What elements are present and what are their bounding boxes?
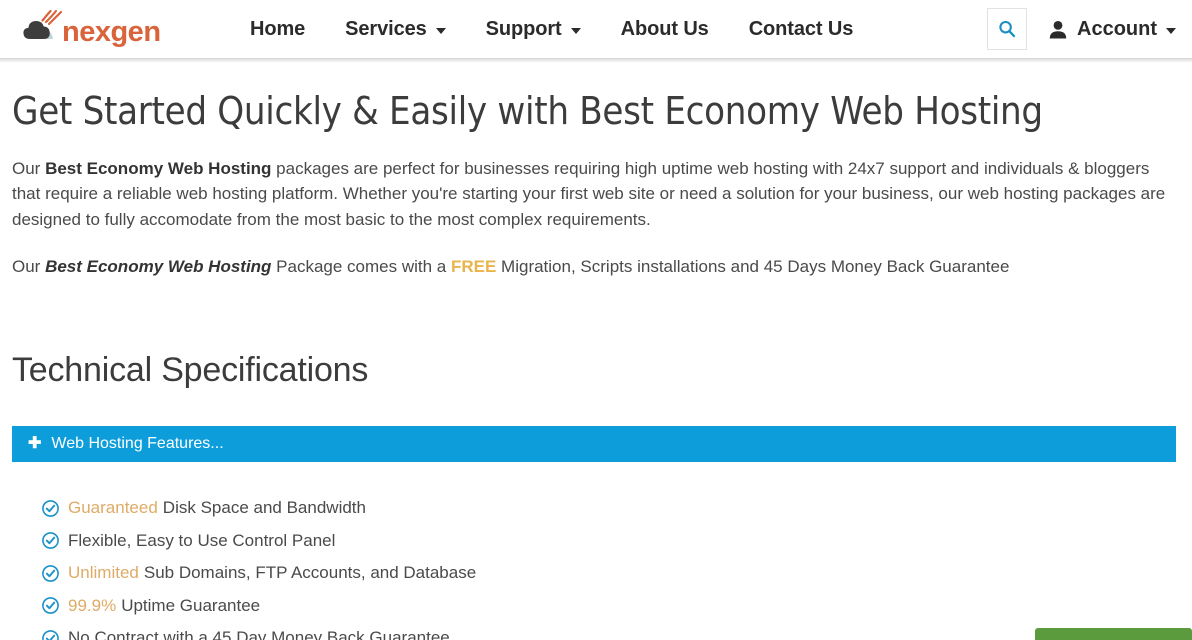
main-navigation: Home Services Support About Us Contact U… <box>230 0 873 58</box>
nav-label: Support <box>485 17 562 40</box>
nav-label: Contact Us <box>748 17 854 40</box>
header-divider <box>0 58 1192 63</box>
search-icon <box>999 20 1016 38</box>
features-list: Guaranteed Disk Space and Bandwidth Flex… <box>42 492 1180 640</box>
search-button[interactable] <box>987 8 1027 50</box>
feature-highlight: Unlimited <box>68 563 139 583</box>
user-icon <box>1049 20 1067 38</box>
list-item: No Contract with a 45 Day Money Back Gua… <box>42 622 1180 640</box>
chevron-down-icon <box>435 28 446 34</box>
offer-text-3: Migration, Scripts installations and 45 … <box>496 257 1010 277</box>
nav-item-contact-us[interactable]: Contact Us <box>729 0 874 58</box>
chevron-down-icon <box>1166 28 1176 34</box>
list-item: Unlimited Sub Domains, FTP Accounts, and… <box>42 557 1180 590</box>
floating-action-button[interactable] <box>1035 628 1192 640</box>
main-content: Get Started Quickly & Easily with Best E… <box>0 89 1192 640</box>
list-item: Guaranteed Disk Space and Bandwidth <box>42 492 1180 525</box>
offer-bold-italic: Best Economy Web Hosting <box>45 257 272 277</box>
list-item: 99.9% Uptime Guarantee <box>42 590 1180 623</box>
feature-highlight: 99.9% <box>68 595 117 615</box>
page-title: Get Started Quickly & Easily with Best E… <box>12 89 1043 133</box>
feature-text: Disk Space and Bandwidth <box>162 498 366 518</box>
feature-text: No Contract with a 45 Day Money Back Gua… <box>68 628 450 640</box>
nav-label: Home <box>250 17 306 40</box>
offer-text-2: Package comes with a <box>271 257 451 277</box>
plus-icon: ✚ <box>28 435 42 453</box>
feature-text: Flexible, Easy to Use Control Panel <box>68 530 336 550</box>
chevron-down-icon <box>570 28 581 34</box>
free-badge: FREE <box>450 257 497 277</box>
offer-paragraph: Our Best Economy Web Hosting Package com… <box>12 254 1180 279</box>
nav-item-home[interactable]: Home <box>230 0 325 58</box>
brand-logo[interactable]: nexgen <box>18 7 188 51</box>
nav-item-about-us[interactable]: About Us <box>601 0 729 58</box>
header-actions: Account <box>987 0 1176 58</box>
nav-item-services[interactable]: Services <box>325 0 466 58</box>
site-header: nexgen Home Services Support About Us Co… <box>0 0 1192 58</box>
section-title-technical-specifications: Technical Specifications <box>12 351 369 390</box>
intro-paragraph: Our Best Economy Web Hosting packages ar… <box>12 156 1180 233</box>
check-circle-icon <box>42 500 59 517</box>
account-menu[interactable]: Account <box>1049 18 1176 41</box>
check-circle-icon <box>42 532 59 550</box>
check-circle-icon <box>42 565 59 582</box>
accordion-web-hosting-features[interactable]: ✚ Web Hosting Features... <box>12 426 1176 463</box>
feature-highlight: Guaranteed <box>68 498 158 518</box>
offer-text-1: Our <box>12 257 46 277</box>
list-item: Flexible, Easy to Use Control Panel <box>42 525 1180 558</box>
intro-bold: Best Economy Web Hosting <box>45 158 272 178</box>
nexgen-logo-icon: nexgen <box>23 9 161 48</box>
nav-item-support[interactable]: Support <box>466 0 601 58</box>
svg-text:nexgen: nexgen <box>62 16 161 48</box>
feature-text: Sub Domains, FTP Accounts, and Database <box>143 563 477 583</box>
intro-text-1: Our <box>12 158 46 178</box>
check-circle-icon <box>42 597 59 615</box>
accordion-label: Web Hosting Features... <box>51 435 224 453</box>
feature-text: Uptime Guarantee <box>121 595 261 615</box>
nav-label: About Us <box>620 17 709 40</box>
account-label: Account <box>1077 17 1157 40</box>
nav-label: Services <box>345 17 427 40</box>
